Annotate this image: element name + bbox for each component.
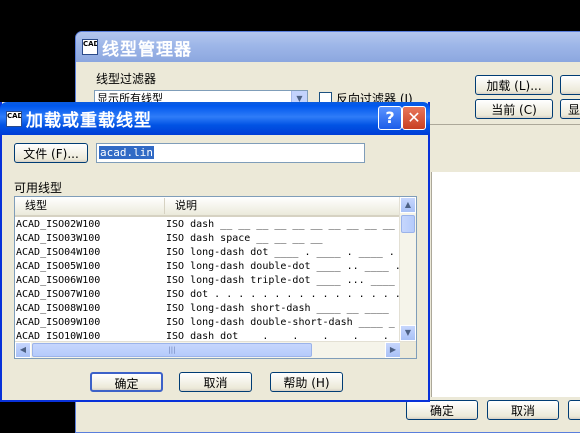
horizontal-scroll-thumb[interactable]: ||| — [32, 343, 312, 357]
load-linetypes-dialog: CAD 加载或重载线型 ? ✕ 文件 (F)... acad.lin 可用线型 … — [0, 102, 430, 402]
linetype-name: ACAD_ISO02W100 — [16, 219, 101, 230]
linetype-description: ISO dash __ __ __ __ __ __ __ __ __ __ — [166, 219, 395, 230]
file-name-value: acad.lin — [99, 146, 154, 159]
list-item[interactable]: ACAD_ISO09W100 ISO long-dash double-short… — [15, 316, 401, 330]
load-button[interactable]: 加载 (L)... — [475, 75, 553, 95]
linetype-description: ISO long-dash triple-dot ____ ... ____ — [166, 275, 395, 286]
file-name-field[interactable]: acad.lin — [96, 143, 365, 163]
list-item[interactable]: ACAD_ISO06W100 ISO long-dash triple-dot _… — [15, 274, 401, 288]
help-button[interactable]: 帮助 (H) — [270, 372, 343, 392]
list-item[interactable]: ACAD_ISO02W100 ISO dash __ __ __ __ __ __… — [15, 218, 401, 232]
linetype-name: ACAD_ISO03W100 — [16, 233, 101, 244]
scrollbar-corner — [400, 342, 416, 358]
column-header-linetype[interactable]: 线型 — [15, 198, 165, 214]
show-details-button[interactable]: 显示 — [560, 99, 580, 119]
scroll-right-icon[interactable]: ▶ — [385, 342, 401, 358]
available-linetypes-label: 可用线型 — [14, 181, 63, 195]
bg-help-button[interactable] — [568, 400, 580, 420]
load-linetypes-title: 加载或重载线型 — [26, 111, 152, 131]
available-linetypes-list[interactable]: 线型 说明 ACAD_ISO02W100 ISO dash __ __ __ __… — [14, 196, 417, 359]
linetype-description: ISO dash space __ __ __ __ — [166, 233, 323, 244]
delete-button[interactable] — [560, 75, 580, 95]
list-item[interactable]: ACAD_ISO04W100 ISO long-dash dot ____ . _… — [15, 246, 401, 260]
vertical-scrollbar[interactable]: ▲ ▼ — [399, 197, 416, 341]
linetype-description: ISO long-dash dot ____ . ____ . ____ . — [166, 247, 395, 258]
linetype-name: ACAD_ISO09W100 — [16, 317, 101, 328]
scroll-down-icon[interactable]: ▼ — [400, 325, 416, 341]
linetype-name: ACAD_ISO07W100 — [16, 289, 101, 300]
linetype-manager-title: 线型管理器 — [102, 39, 192, 60]
linetype-description: ISO long-dash short-dash ____ __ ____ — [166, 303, 389, 314]
horizontal-scrollbar[interactable]: ◀ ||| ▶ — [15, 341, 416, 358]
scroll-left-icon[interactable]: ◀ — [15, 342, 31, 358]
linetype-manager-titlebar[interactable]: CAD 线型管理器 — [76, 32, 580, 62]
linetype-name: ACAD_ISO08W100 — [16, 303, 101, 314]
linetype-name: ACAD_ISO04W100 — [16, 247, 101, 258]
file-button[interactable]: 文件 (F)... — [14, 143, 88, 163]
list-item[interactable]: ACAD_ISO07W100 ISO dot . . . . . . . . . … — [15, 288, 401, 302]
linetype-description: ISO long-dash double-short-dash ____ _ — [166, 317, 395, 328]
current-button[interactable]: 当前 (C) — [475, 99, 553, 119]
list-rows: ACAD_ISO02W100 ISO dash __ __ __ __ __ __… — [15, 218, 401, 344]
autocad-app-icon: CAD — [82, 39, 98, 55]
vertical-scroll-thumb[interactable] — [401, 215, 415, 233]
scroll-up-icon[interactable]: ▲ — [400, 197, 416, 213]
list-header: 线型 说明 — [15, 197, 401, 217]
linetype-description: ISO long-dash double-dot ____ .. ____ . — [166, 261, 401, 272]
list-item[interactable]: ACAD_ISO08W100 ISO long-dash short-dash _… — [15, 302, 401, 316]
load-linetypes-titlebar[interactable]: CAD 加载或重载线型 ? ✕ — [0, 102, 430, 135]
help-question-icon[interactable]: ? — [378, 106, 402, 130]
autocad-app-icon: CAD — [6, 110, 22, 127]
cancel-button[interactable]: 取消 — [179, 372, 252, 392]
linetype-name: ACAD_ISO06W100 — [16, 275, 101, 286]
ok-button[interactable]: 确定 — [90, 372, 163, 392]
linetype-name: ACAD_ISO05W100 — [16, 261, 101, 272]
list-item[interactable]: ACAD_ISO05W100 ISO long-dash double-dot _… — [15, 260, 401, 274]
linetype-description: ISO dot . . . . . . . . . . . . . . . . — [166, 289, 401, 300]
linetype-filter-label: 线型过滤器 — [96, 72, 157, 86]
linetype-list[interactable] — [431, 172, 580, 397]
bg-ok-button[interactable]: 确定 — [406, 400, 478, 420]
bg-cancel-button[interactable]: 取消 — [487, 400, 559, 420]
column-header-description[interactable]: 说明 — [167, 197, 197, 215]
close-icon[interactable]: ✕ — [402, 106, 426, 130]
list-item[interactable]: ACAD_ISO03W100 ISO dash space __ __ __ __ — [15, 232, 401, 246]
